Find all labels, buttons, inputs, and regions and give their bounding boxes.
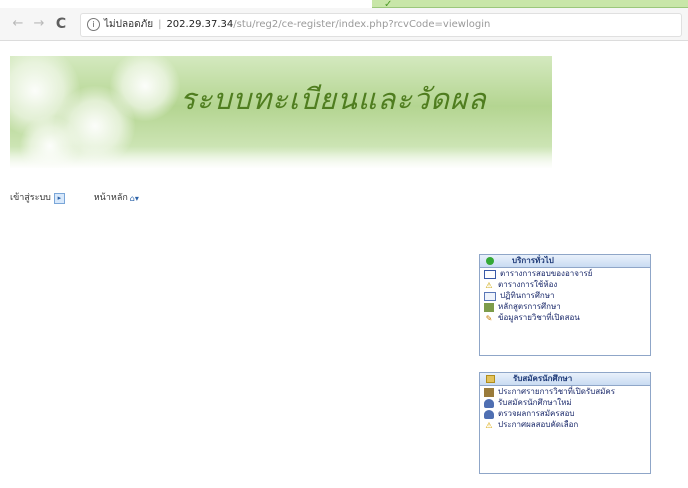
grid-icon xyxy=(484,388,494,397)
document-icon xyxy=(484,292,496,301)
login-icon[interactable]: ▸ xyxy=(53,192,65,204)
security-label: ไม่ปลอดภัย xyxy=(104,19,154,30)
back-icon[interactable]: ← xyxy=(10,16,26,32)
panel-header: รับสมัครนักศึกษา xyxy=(480,373,650,386)
address-path: /stu/reg2/ce-register/index.php?rcvCode=… xyxy=(233,19,491,30)
banner-fade xyxy=(10,146,552,168)
list-item-check-application[interactable]: ตรวจผลการสมัครสอบ xyxy=(480,408,650,419)
general-services-panel: บริการทั่วไป ตารางการสอบของอาจารย์ ⚠ ตาร… xyxy=(479,254,651,356)
info-icon[interactable]: i xyxy=(87,17,100,31)
list-item-courses[interactable]: ✎ ข้อมูลรายวิชาที่เปิดสอน xyxy=(480,312,650,323)
warning-icon: ⚠ xyxy=(485,281,493,290)
top-green-strip xyxy=(372,0,688,8)
panel-header: บริการทั่วไป xyxy=(480,255,650,268)
list-item-exam-schedule[interactable]: ตารางการสอบของอาจารย์ xyxy=(480,268,650,279)
menu-home-label[interactable]: หน้าหลัก xyxy=(94,191,128,205)
address-separator: | xyxy=(158,19,162,30)
calendar-icon xyxy=(484,270,496,279)
list-item-calendar[interactable]: ปฏิทินการศึกษา xyxy=(480,290,650,301)
list-item-room-schedule[interactable]: ⚠ ตารางการใช้ห้อง xyxy=(480,279,650,290)
menu-login-label[interactable]: เข้าสู่ระบบ xyxy=(10,191,51,205)
menu-home[interactable]: หน้าหลัก ⌂▾ xyxy=(94,191,143,205)
address-host: 202.29.37.34 xyxy=(166,19,234,30)
list-item-curriculum[interactable]: หลักสูตรการศึกษา xyxy=(480,301,650,312)
item-label[interactable]: ปฏิทินการศึกษา xyxy=(500,291,555,301)
pen-icon: ✎ xyxy=(485,314,493,323)
item-label[interactable]: ตารางการใช้ห้อง xyxy=(498,280,557,290)
top-menu: เข้าสู่ระบบ ▸ หน้าหลัก ⌂▾ xyxy=(10,191,169,205)
list-item-new-admission[interactable]: รับสมัครนักศึกษาใหม่ xyxy=(480,397,650,408)
header-banner: ระบบทะเบียนและวัดผล xyxy=(10,56,552,168)
item-label[interactable]: ประกาศรายการวิชาที่เปิดรับสมัคร xyxy=(498,387,615,397)
user-icon xyxy=(484,399,494,408)
status-icon xyxy=(486,256,494,265)
item-label[interactable]: ประกาศผลสอบคัดเลือก xyxy=(498,420,578,430)
item-label[interactable]: ตารางการสอบของอาจารย์ xyxy=(500,269,592,279)
menu-login[interactable]: เข้าสู่ระบบ ▸ xyxy=(10,191,65,205)
item-label[interactable]: หลักสูตรการศึกษา xyxy=(498,302,561,312)
list-item-results[interactable]: ⚠ ประกาศผลสอบคัดเลือก xyxy=(480,419,650,430)
item-label[interactable]: ตรวจผลการสมัครสอบ xyxy=(498,409,574,419)
banner-title: ระบบทะเบียนและวัดผล xyxy=(180,82,487,116)
reload-icon[interactable]: C xyxy=(53,16,69,32)
panel-title: รับสมัครนักศึกษา xyxy=(513,374,573,383)
home-icon[interactable]: ⌂▾ xyxy=(130,194,143,203)
item-label[interactable]: ข้อมูลรายวิชาที่เปิดสอน xyxy=(498,313,580,323)
flower-decoration xyxy=(110,56,180,121)
admission-panel: รับสมัครนักศึกษา ประกาศรายการวิชาที่เปิด… xyxy=(479,372,651,474)
address-bar[interactable]: i ไม่ปลอดภัย | 202.29.37.34/stu/reg2/ce-reg… xyxy=(80,13,682,37)
user-icon xyxy=(484,410,494,419)
panel-title: บริการทั่วไป xyxy=(512,256,554,265)
browser-toolbar: ← → C i ไม่ปลอดภัย | 202.29.37.34/stu/reg2/… xyxy=(0,8,688,41)
shield-icon: ⚠ xyxy=(485,421,493,430)
forward-icon[interactable]: → xyxy=(31,16,47,32)
item-label[interactable]: รับสมัครนักศึกษาใหม่ xyxy=(498,398,572,408)
book-icon xyxy=(484,303,494,312)
list-item-open-courses[interactable]: ประกาศรายการวิชาที่เปิดรับสมัคร xyxy=(480,386,650,397)
folder-icon xyxy=(486,374,495,383)
